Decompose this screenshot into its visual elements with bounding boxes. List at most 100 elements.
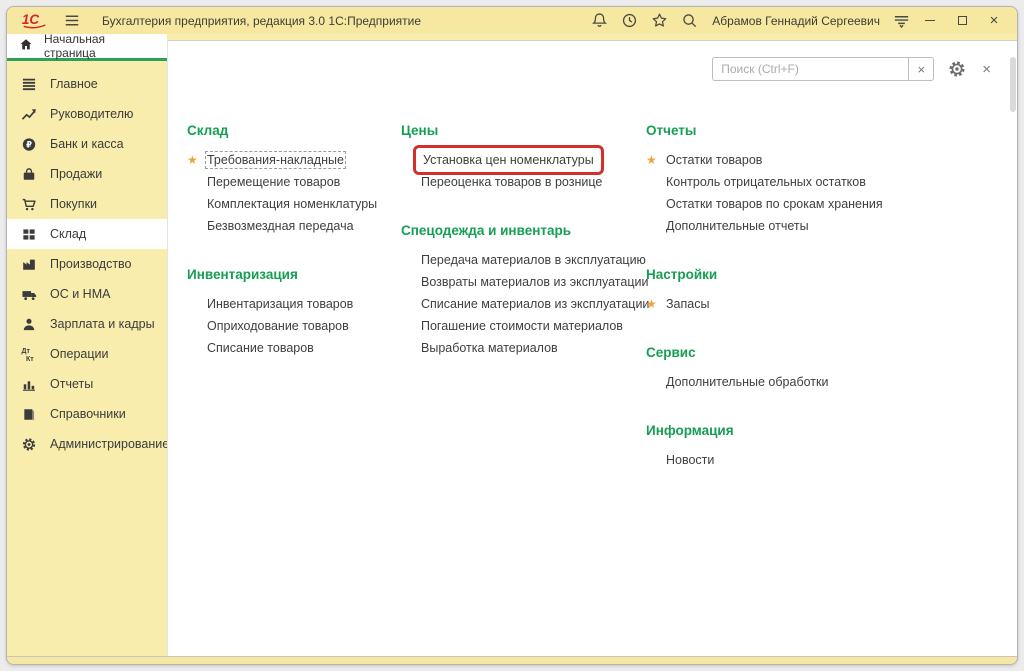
vertical-scrollbar[interactable] <box>1010 43 1016 654</box>
section-title: Отчеты <box>646 123 1017 138</box>
main-area: Начальная страница ГлавноеРуководителю₽Б… <box>7 34 1017 656</box>
search-clear-button[interactable]: × <box>908 57 934 81</box>
menu-item-label: Списание товаров <box>207 341 314 355</box>
favorite-star-icon: ★ <box>187 149 198 171</box>
section-title: Цены <box>401 123 646 138</box>
cart-icon <box>20 196 38 213</box>
gear-icon <box>20 436 38 453</box>
menu-item[interactable]: Оприходование товаров <box>187 315 401 337</box>
sidebar-item-label: Зарплата и кадры <box>50 317 155 331</box>
global-search-icon[interactable] <box>680 12 698 30</box>
menu-section: Настройки★Запасы <box>646 267 1017 315</box>
user-name[interactable]: Абрамов Геннадий Сергеевич <box>712 14 880 28</box>
service-settings-menu-icon[interactable] <box>892 13 911 29</box>
scrollbar-thumb[interactable] <box>1010 57 1016 112</box>
tab-home-label: Начальная страница <box>44 32 157 60</box>
sidebar-item-3[interactable]: ₽Банк и касса <box>7 129 167 159</box>
sidebar-item-label: Склад <box>50 227 86 241</box>
sidebar-item-5[interactable]: Покупки <box>7 189 167 219</box>
menu-item-label: Новости <box>666 453 714 467</box>
menu-section: Спецодежда и инвентарь Передача материало… <box>401 223 646 359</box>
sidebar-item-10[interactable]: ДтКт Операции <box>7 339 167 369</box>
sidebar-item-7[interactable]: Производство <box>7 249 167 279</box>
menu-item[interactable]: Дополнительные отчеты <box>646 215 1017 237</box>
menu-item[interactable]: Инвентаризация товаров <box>187 293 401 315</box>
menu-item[interactable]: Списание товаров <box>187 337 401 359</box>
menu-item-label: Остатки товаров по срокам хранения <box>666 197 883 211</box>
sidebar-item-label: Операции <box>50 347 108 361</box>
section-title: Склад <box>187 123 401 138</box>
menu-column-3: Отчеты ★ Остатки товаров Контроль отрицател… <box>646 123 1017 471</box>
menu-section: Отчеты ★ Остатки товаров Контроль отрицател… <box>646 123 1017 237</box>
truck-icon <box>20 286 38 303</box>
sidebar-item-1[interactable]: Главное <box>7 69 167 99</box>
menu-item-label: Переоценка товаров в рознице <box>421 175 602 189</box>
favorites-star-icon[interactable] <box>650 12 668 30</box>
search-input[interactable] <box>712 57 908 81</box>
home-icon <box>19 38 33 54</box>
menu-item[interactable]: Новости <box>646 449 1017 471</box>
menu-item-label: Передача материалов в эксплуатацию <box>421 253 646 267</box>
minimize-button[interactable] <box>917 11 943 31</box>
page-settings-gear-icon[interactable] <box>948 60 966 78</box>
menu-item[interactable]: Погашение стоимости материалов <box>401 315 646 337</box>
menu-item[interactable]: Дополнительные обработки <box>646 371 1017 393</box>
favorite-star-icon: ★ <box>646 293 657 315</box>
content-panel: × × Склад ★Требования-накладныеПеремещени… <box>167 40 1017 656</box>
bar-chart-icon <box>20 376 38 393</box>
menu-item[interactable]: ★Запасы <box>646 293 1017 315</box>
menu-item[interactable]: Возвраты материалов из эксплуатации <box>401 271 646 293</box>
menu-item-label: Возвраты материалов из эксплуатации <box>421 275 648 289</box>
menu-item[interactable]: Переоценка товаров в рознице <box>401 171 646 193</box>
sidebar-item-9[interactable]: Зарплата и кадры <box>7 309 167 339</box>
close-button[interactable]: × <box>981 11 1007 31</box>
sidebar-item-13[interactable]: Администрирование <box>7 429 167 459</box>
menu-item-label: Инвентаризация товаров <box>207 297 353 311</box>
ruble-circle-icon: ₽ <box>20 136 38 153</box>
menu-item-label: Дополнительные отчеты <box>666 219 809 233</box>
menu-item[interactable]: Безвозмездная передача <box>187 215 401 237</box>
section-title: Информация <box>646 423 1017 438</box>
main-menu-icon[interactable] <box>64 14 80 27</box>
menu-item[interactable]: Контроль отрицательных остатков <box>646 171 1017 193</box>
menu-item-label: Дополнительные обработки <box>666 375 828 389</box>
menu-column-2: Цены Установка цен номенклатуры Переоценка… <box>401 123 646 359</box>
menu-item[interactable]: Списание материалов из эксплуатации <box>401 293 646 315</box>
history-icon[interactable] <box>620 12 638 30</box>
notifications-bell-icon[interactable] <box>590 12 608 30</box>
menu-item[interactable]: Передача материалов в эксплуатацию <box>401 249 646 271</box>
sidebar-item-2[interactable]: Руководителю <box>7 99 167 129</box>
sidebar-item-label: Руководителю <box>50 107 133 121</box>
sidebar-item-6[interactable]: Склад <box>7 219 167 249</box>
sidebar-item-label: Главное <box>50 77 98 91</box>
menu-item[interactable]: Установка цен номенклатуры <box>401 149 646 171</box>
maximize-button[interactable] <box>949 11 975 31</box>
sidebar-item-4[interactable]: Продажи <box>7 159 167 189</box>
menu-item[interactable]: Выработка материалов <box>401 337 646 359</box>
menu-item[interactable]: Остатки товаров по срокам хранения <box>646 193 1017 215</box>
content-topbar: × × <box>168 41 1017 81</box>
sidebar-item-11[interactable]: Отчеты <box>7 369 167 399</box>
sidebar-item-12[interactable]: Справочники <box>7 399 167 429</box>
menu-item-label: Оприходование товаров <box>207 319 349 333</box>
tab-home-page[interactable]: Начальная страница <box>7 34 167 61</box>
favorite-star-icon: ★ <box>646 149 657 171</box>
sidebar-item-8[interactable]: ОС и НМА <box>7 279 167 309</box>
menu-item-label: Контроль отрицательных остатков <box>666 175 866 189</box>
menu-item[interactable]: ★ Остатки товаров <box>646 149 1017 171</box>
1c-logo-icon: 1С <box>21 11 48 30</box>
trend-icon <box>20 106 38 123</box>
menu-item-label: Остатки товаров <box>666 153 762 167</box>
menu-item[interactable]: Комплектация номенклатуры <box>187 193 401 215</box>
sidebar-nav: Главное Руководителю ₽Банк и кассаПродажи П… <box>7 69 167 459</box>
sidebar: Начальная страница Главное Руководителю ₽Б… <box>7 34 167 656</box>
menu-item[interactable]: ★Требования-накладные <box>187 149 401 171</box>
svg-text:Дт: Дт <box>22 348 31 355</box>
menu-item[interactable]: Перемещение товаров <box>187 171 401 193</box>
debit-credit-icon: ДтКт <box>20 346 38 363</box>
sidebar-item-label: Покупки <box>50 197 97 211</box>
menu-item-label: Выработка материалов <box>421 341 558 355</box>
book-icon <box>20 406 38 423</box>
panel-close-icon[interactable]: × <box>982 62 991 77</box>
section-title: Спецодежда и инвентарь <box>401 223 646 238</box>
